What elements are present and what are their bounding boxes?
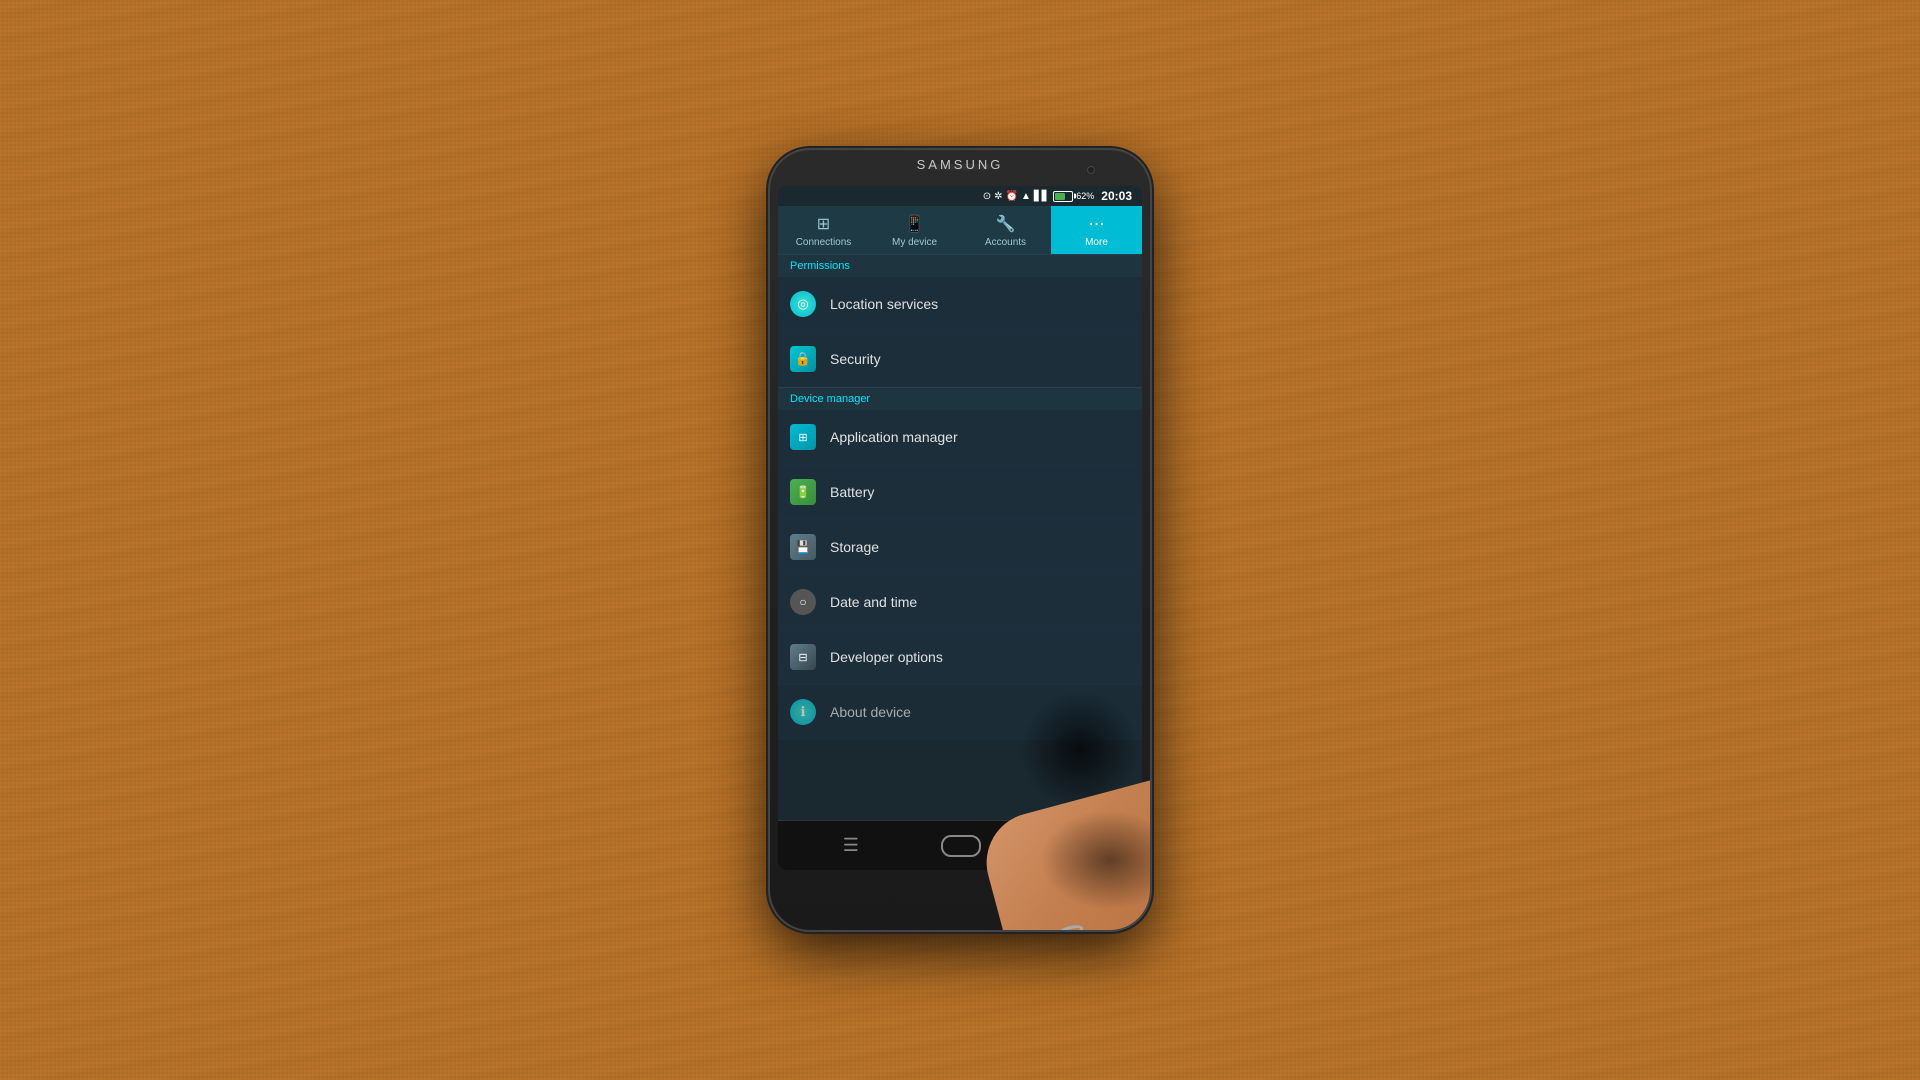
developer-icon: ⊟ — [790, 644, 816, 670]
date-time-item[interactable]: ○ Date and time — [778, 575, 1142, 630]
developer-options-label: Developer options — [830, 649, 943, 665]
status-icons: ⊙ ✲ ⏰ ▲ ▋▋ — [983, 191, 1050, 202]
more-icon: ⋯ — [1089, 214, 1105, 234]
status-bar: ⊙ ✲ ⏰ ▲ ▋▋ 62% 20:03 — [778, 186, 1142, 206]
tab-mydevice-label: My device — [892, 237, 937, 248]
accounts-icon: 🔧 — [996, 214, 1016, 234]
device-manager-header-text: Device manager — [790, 393, 870, 405]
location-services-label: Location services — [830, 296, 938, 312]
screen-icon: ⊙ — [983, 191, 991, 202]
phone-body: SAMSUNG ⊙ ✲ ⏰ ▲ ▋▋ 62% 20:03 — [770, 150, 1150, 930]
tab-accounts[interactable]: 🔧 Accounts — [960, 206, 1051, 254]
security-item[interactable]: 🔒 Security — [778, 332, 1142, 387]
tab-bar: ⊞ Connections 📱 My device 🔧 Accounts ⋯ M… — [778, 206, 1142, 254]
application-manager-item[interactable]: ⊞ Application manager — [778, 410, 1142, 465]
storage-icon: 💾 — [790, 534, 816, 560]
bottom-nav: ☰ ↩ — [778, 820, 1142, 870]
tab-connections-label: Connections — [796, 237, 852, 248]
tab-more-label: More — [1085, 237, 1108, 248]
status-time: 20:03 — [1101, 189, 1132, 203]
battery-time-area: 62% 20:03 — [1053, 189, 1132, 203]
battery-menu-icon: 🔋 — [790, 479, 816, 505]
battery-icon — [1053, 191, 1073, 202]
storage-item[interactable]: 💾 Storage — [778, 520, 1142, 575]
permissions-header: Permissions — [778, 254, 1142, 277]
alarm-icon: ⏰ — [1006, 191, 1018, 202]
security-label: Security — [830, 351, 881, 367]
location-services-item[interactable]: ◎ Location services — [778, 277, 1142, 332]
mydevice-icon: 📱 — [905, 214, 925, 234]
battery-percent: 62% — [1076, 191, 1094, 201]
back-button[interactable]: ↩ — [1054, 831, 1085, 860]
device-manager-header: Device manager — [778, 387, 1142, 410]
battery-label: Battery — [830, 484, 874, 500]
signal-icon: ▋▋ — [1034, 191, 1049, 202]
phone-device: SAMSUNG ⊙ ✲ ⏰ ▲ ▋▋ 62% 20:03 — [770, 150, 1150, 930]
storage-label: Storage — [830, 539, 879, 555]
tab-connections[interactable]: ⊞ Connections — [778, 206, 869, 254]
about-device-label: About device — [830, 704, 911, 720]
brand-area: SAMSUNG — [770, 156, 1150, 174]
application-manager-label: Application manager — [830, 429, 958, 445]
security-icon: 🔒 — [790, 346, 816, 372]
tab-more[interactable]: ⋯ More — [1051, 206, 1142, 254]
ring — [1055, 923, 1085, 930]
battery-fill — [1055, 193, 1065, 200]
bluetooth-icon: ✲ — [994, 191, 1002, 202]
samsung-logo: SAMSUNG — [917, 157, 1004, 172]
finger-shadow — [1020, 690, 1140, 810]
battery-item[interactable]: 🔋 Battery — [778, 465, 1142, 520]
tab-accounts-label: Accounts — [985, 237, 1026, 248]
tab-mydevice[interactable]: 📱 My device — [869, 206, 960, 254]
permissions-header-text: Permissions — [790, 260, 850, 272]
home-button[interactable] — [941, 835, 981, 857]
date-icon: ○ — [790, 589, 816, 615]
wifi-icon: ▲ — [1021, 191, 1031, 202]
app-manager-icon: ⊞ — [790, 424, 816, 450]
developer-options-item[interactable]: ⊟ Developer options — [778, 630, 1142, 685]
about-icon: ℹ — [790, 699, 816, 725]
connections-icon: ⊞ — [817, 214, 830, 234]
menu-button[interactable]: ☰ — [835, 831, 867, 860]
date-time-label: Date and time — [830, 594, 917, 610]
location-icon: ◎ — [790, 291, 816, 317]
